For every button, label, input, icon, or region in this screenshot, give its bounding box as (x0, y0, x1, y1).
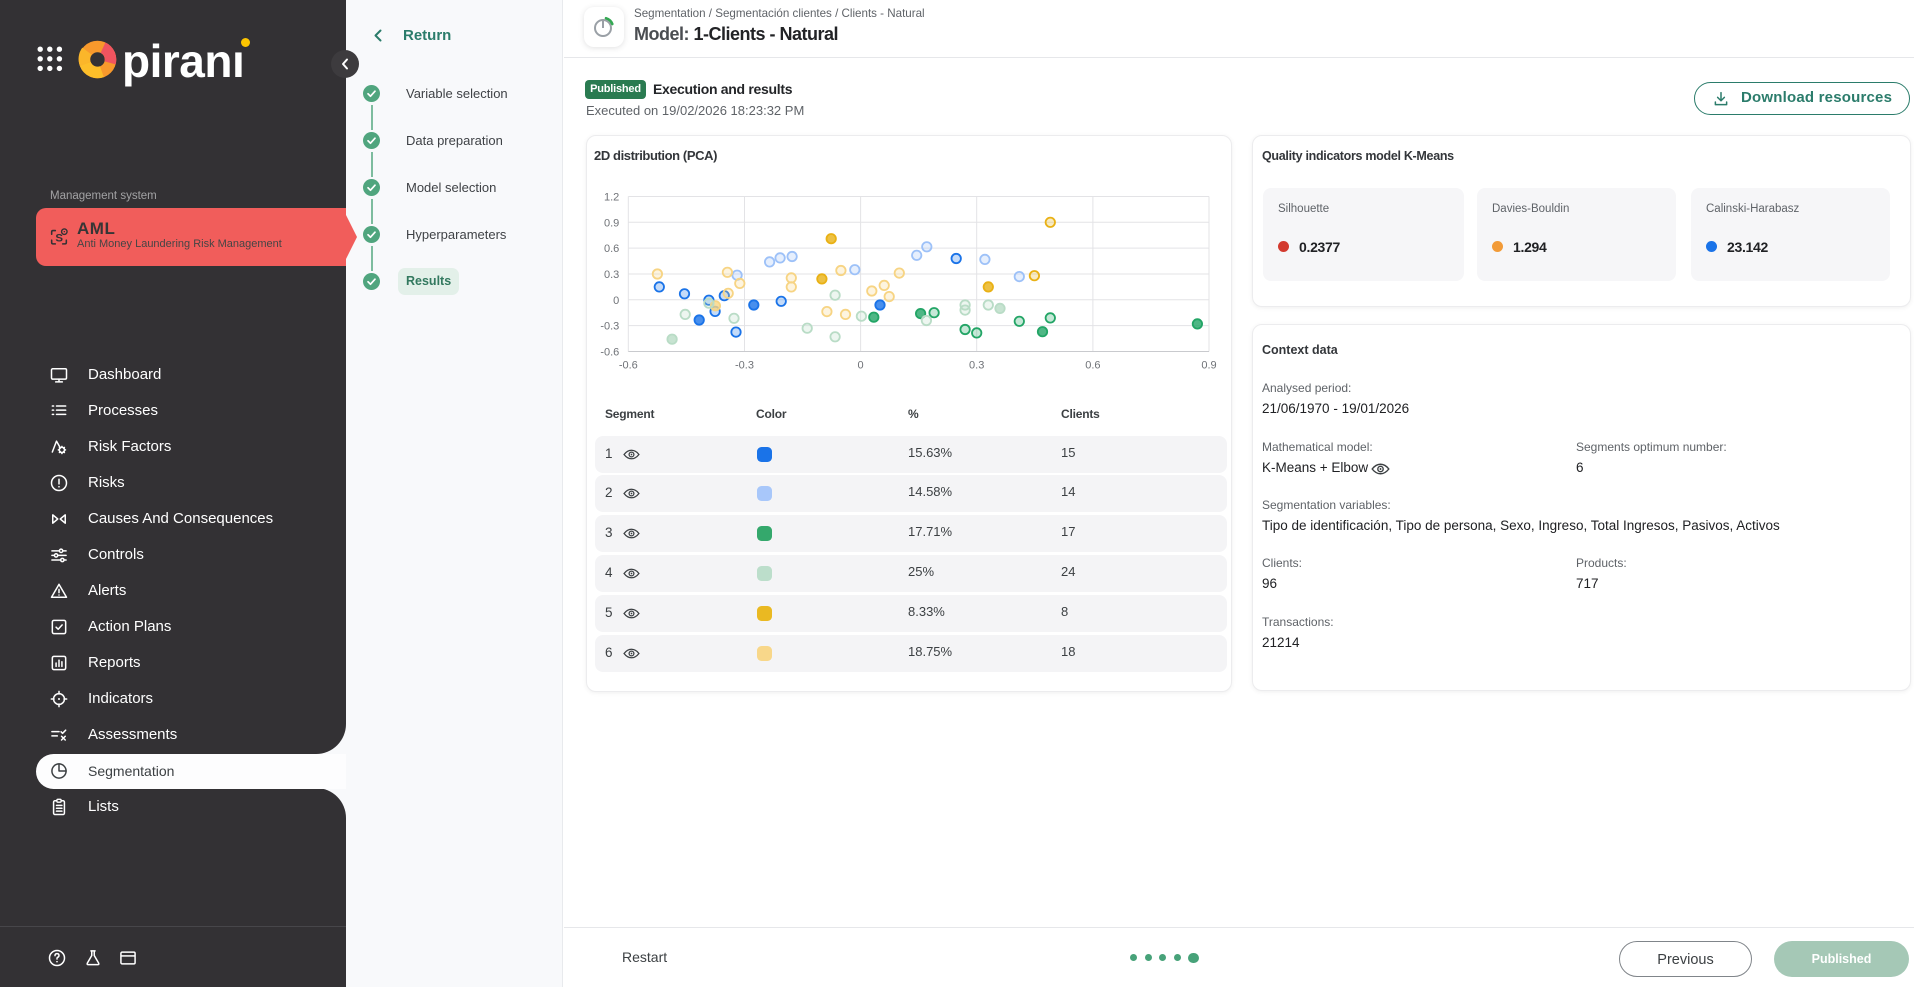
svg-text:0.9: 0.9 (604, 217, 619, 229)
svg-text:-0.6: -0.6 (600, 347, 619, 359)
svg-text:1.2: 1.2 (604, 192, 619, 204)
svg-text:-0.6: -0.6 (619, 360, 638, 372)
svg-text:0.9: 0.9 (1201, 360, 1216, 372)
svg-text:-0.3: -0.3 (735, 360, 754, 372)
svg-text:0.6: 0.6 (604, 243, 619, 255)
svg-text:0.3: 0.3 (969, 360, 984, 372)
svg-text:0: 0 (858, 360, 864, 372)
svg-text:0.3: 0.3 (604, 269, 619, 281)
svg-text:0: 0 (613, 295, 619, 307)
svg-text:0.6: 0.6 (1085, 360, 1100, 372)
svg-text:S: S (55, 233, 63, 245)
svg-text:-0.3: -0.3 (600, 321, 619, 333)
